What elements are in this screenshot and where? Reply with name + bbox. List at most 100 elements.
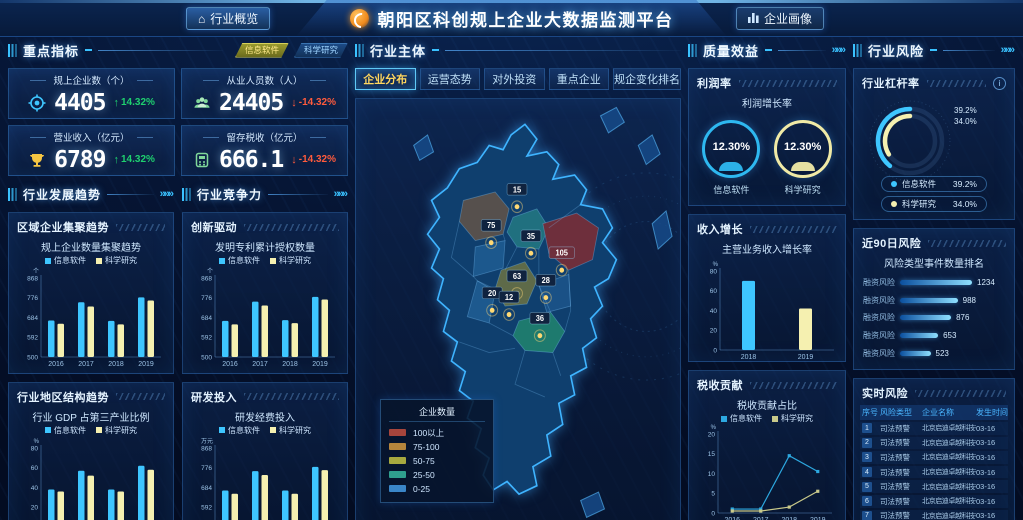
table-row[interactable]: 6司法预警北京启迪卓越科技有限公司03-16: [860, 495, 1008, 508]
expand-chevrons-icon[interactable]: [832, 44, 846, 56]
hatch-decoration: [750, 226, 837, 233]
svg-text:%: %: [711, 425, 717, 431]
tab-key-enterprises[interactable]: 重点企业: [549, 68, 610, 90]
dev-trend-subcolumn: 行业发展趋势 区域企业集聚趋势 规上企业数量集聚趋势 信息软件科学研究 5005…: [8, 184, 174, 520]
table-row[interactable]: 4司法预警北京启迪卓越科技有限公司03-16: [860, 466, 1008, 479]
legend-entry: 信息软件: [45, 255, 86, 266]
svg-text:10: 10: [708, 471, 716, 478]
row-number-badge: 3: [862, 452, 872, 462]
panel-rd-investment: 研发投入 研发经费投入 信息软件科学研究 500592684776868万元20…: [182, 382, 348, 520]
filter-button-2[interactable]: 科学研究: [294, 43, 348, 58]
svg-text:684: 684: [201, 315, 212, 322]
svg-text:2016: 2016: [222, 361, 238, 368]
risk-type-cell: 司法预警: [880, 481, 922, 492]
realtime-risk-table: 序号风险类型企业名称发生时间1司法预警北京启迪卓越科技有限公司03-162司法预…: [854, 403, 1014, 520]
legend-label: 信息软件: [54, 425, 86, 436]
info-icon[interactable]: i: [993, 77, 1006, 90]
filter-button-1[interactable]: 信息软件: [235, 43, 289, 58]
map-legend-item: 0-25: [389, 482, 485, 496]
company-cell: 北京启迪卓越科技有限公司: [922, 482, 976, 492]
expand-chevrons-icon[interactable]: [160, 188, 174, 200]
svg-text:63: 63: [513, 272, 521, 281]
page-title: 朝阳区科创规上企业大数据监测平台: [378, 6, 674, 31]
risk-rank-label: 融资风险: [862, 295, 895, 306]
legend-swatch: [219, 258, 225, 264]
company-cell: 北京启迪卓越科技有限公司: [922, 511, 976, 520]
svg-text:12: 12: [505, 293, 513, 302]
svg-text:80: 80: [31, 445, 39, 452]
table-row[interactable]: 1司法预警北京启迪卓越科技有限公司03-16: [860, 422, 1008, 435]
risk-rank-row: 融资风险523: [862, 345, 1006, 361]
chart-plot: 500592684776868万元2016201720182019: [183, 436, 347, 520]
stat-card: 规上企业数（个）4405↑14.32%: [8, 68, 175, 119]
svg-text:40: 40: [710, 308, 718, 315]
tax-icon: [193, 151, 211, 169]
expand-chevrons-icon[interactable]: [334, 188, 348, 200]
legend-swatch: [96, 427, 102, 433]
hatch-decoration: [750, 382, 837, 389]
district-map-panel[interactable]: 1575351056328201236 企业数量 100以上75-10050-7…: [355, 98, 681, 520]
stat-value: 4405: [54, 90, 105, 116]
panel-realtime-risk: 实时风险 序号风险类型企业名称发生时间1司法预警北京启迪卓越科技有限公司03-1…: [853, 378, 1015, 520]
legend-label: 信息软件: [730, 413, 762, 424]
risk-rank-bar: [900, 315, 951, 320]
chart-title: 研发经费投入: [183, 407, 347, 425]
time-cell: 03-16: [976, 468, 1006, 477]
legend-label: 信息软件: [54, 255, 86, 266]
chart-title: 利润增长率: [689, 93, 845, 111]
tab-outbound-investment[interactable]: 对外投资: [484, 68, 545, 90]
nav-industry-overview-button[interactable]: ⌂ 行业概览: [186, 7, 270, 30]
risk-rank-row: 融资风险653: [862, 328, 1006, 344]
panel-title: 利润率: [697, 75, 732, 91]
legend-dot: [891, 201, 897, 207]
chart-plot: 05101520%2016201720182019: [689, 424, 845, 520]
table-row[interactable]: 2司法预警北京启迪卓越科技有限公司03-16: [860, 437, 1008, 450]
legend-label: 科学研究: [279, 425, 311, 436]
stat-value: 24405: [219, 90, 283, 116]
svg-text:2018: 2018: [741, 354, 757, 361]
tab-operation-status[interactable]: 运营态势: [420, 68, 481, 90]
section-title: 重点指标: [23, 41, 79, 60]
table-row[interactable]: 7司法预警北京启迪卓越科技有限公司03-16: [860, 510, 1008, 520]
svg-text:592: 592: [201, 335, 212, 342]
table-row[interactable]: 3司法预警北京启迪卓越科技有限公司03-16: [860, 451, 1008, 464]
risk-rank-bar: [900, 280, 972, 285]
section-risk: 行业风险: [853, 40, 1015, 60]
section-bars-icon: [8, 44, 17, 57]
table-row[interactable]: 5司法预警北京启迪卓越科技有限公司03-16: [860, 480, 1008, 493]
arrow-up-icon: ↑: [113, 154, 119, 166]
stat-label: 留存税收（亿元）: [182, 126, 347, 144]
chart-title: 规上企业数量集聚趋势: [9, 237, 173, 255]
hatch-decoration: [915, 390, 1006, 397]
svg-text:36: 36: [536, 314, 544, 323]
panel-innovation: 创新驱动 发明专利累计授权数量 信息软件科学研究 500592684776868…: [182, 212, 348, 374]
map-legend-items: 100以上75-10050-7525-500-25: [389, 426, 485, 496]
svg-text:20: 20: [488, 289, 496, 298]
section-competitiveness: 行业竞争力: [182, 184, 348, 204]
stat-card: 营业收入（亿元）6789↑14.32%: [8, 125, 175, 176]
nav-enterprise-portrait-button[interactable]: 企业画像: [736, 7, 824, 30]
dash-decoration: [765, 49, 772, 51]
tax-contribution-chart: 税收贡献占比 信息软件科学研究 05101520%201620172018201…: [689, 395, 845, 520]
tab-enterprise-distribution[interactable]: 企业分布: [355, 68, 416, 90]
line-decoration: [943, 50, 995, 51]
company-cell: 北京启迪卓越科技有限公司: [922, 496, 976, 506]
legend-dot: [891, 181, 897, 187]
expand-chevrons-icon[interactable]: [1001, 44, 1015, 56]
stat-delta: 14.32%: [121, 154, 155, 165]
gear-badge-icon: [28, 94, 46, 112]
risk-type-cell: 司法预警: [880, 510, 922, 520]
svg-text:2017: 2017: [78, 361, 94, 368]
svg-text:5: 5: [711, 491, 715, 498]
svg-text:0: 0: [711, 510, 715, 517]
legend-entry: 信息软件: [721, 413, 762, 424]
section-bars-icon: [355, 44, 364, 57]
svg-text:500: 500: [27, 354, 38, 361]
chart-title: 风险类型事件数量排名: [854, 253, 1014, 271]
section-main-body: 行业主体: [355, 40, 681, 60]
map-legend-item: 25-50: [389, 468, 485, 482]
industry-filter-group: 信息软件科学研究: [235, 43, 348, 58]
table-header-cell: 风险类型: [880, 407, 922, 418]
tab-change-ranking[interactable]: 规企变化排名: [613, 68, 681, 90]
risk-rank-value: 653: [943, 331, 956, 340]
